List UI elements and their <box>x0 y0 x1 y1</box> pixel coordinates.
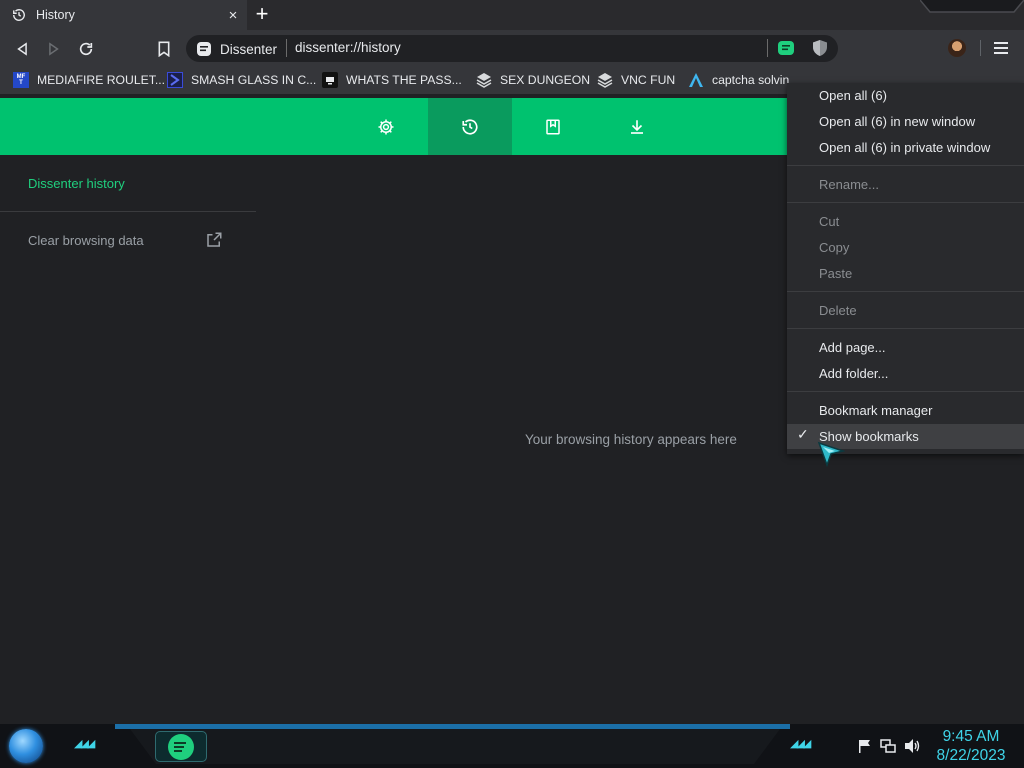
omnibox-divider <box>286 39 287 57</box>
volume-icon[interactable] <box>904 738 922 756</box>
omnibox[interactable] <box>186 35 838 62</box>
clock-time[interactable]: 9:45 AM <box>935 728 1007 746</box>
menu-item-open-all-private[interactable]: Open all (6) in private window <box>819 137 990 159</box>
chevron-right-icon: ◢◢◢ <box>790 738 811 750</box>
bookmark-item-whats-the-pass[interactable]: WHATS THE PASS... <box>322 70 462 90</box>
mediafire-icon: MF T <box>13 72 29 88</box>
dissenter-site-icon <box>196 41 212 57</box>
history-icon <box>12 8 26 22</box>
menu-item-add-page[interactable]: Add page... <box>819 337 886 359</box>
bookmark-label: VNC FUN <box>621 73 676 87</box>
bookmark-icon[interactable] <box>153 38 175 60</box>
site-name: Dissenter <box>220 41 278 57</box>
menu-separator <box>787 165 1024 166</box>
clear-browsing-data-link[interactable]: Clear browsing data <box>28 233 144 248</box>
menu-separator <box>787 202 1024 203</box>
monitor-bookmark-icon <box>322 72 338 88</box>
taskbar-center-panel <box>130 729 780 764</box>
bookmark-item-vnc-fun[interactable]: VNC FUN <box>597 70 675 90</box>
arch-bookmark-icon <box>688 72 704 88</box>
bookmark-item-captcha[interactable]: captcha solvin <box>688 70 789 90</box>
chevron-left-icon: ◢◢◢ <box>74 738 95 750</box>
sidebar-title[interactable]: Dissenter history <box>28 176 125 191</box>
settings-gear-icon[interactable] <box>376 117 396 137</box>
menu-item-rename[interactable]: Rename... <box>819 174 879 196</box>
bookmarks-book-icon[interactable] <box>543 117 563 137</box>
toolbar-divider <box>980 40 981 56</box>
download-icon[interactable] <box>627 117 647 137</box>
bookmark-item-smash-glass[interactable]: SMASH GLASS IN C... <box>167 70 316 90</box>
sidebar-divider <box>0 211 256 212</box>
flag-icon[interactable] <box>857 738 875 756</box>
shield-icon[interactable] <box>812 39 828 62</box>
start-button[interactable] <box>9 729 43 763</box>
vnc-bookmark-icon <box>476 72 492 88</box>
taskbar-dissenter-app[interactable] <box>155 731 207 762</box>
empty-history-message: Your browsing history appears here <box>525 432 737 447</box>
bookmark-label: SEX DUNGEON <box>500 73 591 87</box>
bookmark-item-sex-dungeon[interactable]: SEX DUNGEON <box>476 70 590 90</box>
clock-date[interactable]: 8/22/2023 <box>935 747 1007 765</box>
menu-item-copy[interactable]: Copy <box>819 237 849 259</box>
omnibox-divider-right <box>767 39 768 57</box>
bookmark-label: SMASH GLASS IN C... <box>191 73 317 87</box>
vnc-bookmark-icon <box>597 72 613 88</box>
menu-item-add-folder[interactable]: Add folder... <box>819 363 888 385</box>
network-icon[interactable] <box>880 738 898 756</box>
site-chip[interactable]: Dissenter <box>196 40 277 58</box>
tab-title: History <box>36 8 75 22</box>
dissenter-app-icon <box>168 733 194 760</box>
external-link-icon[interactable] <box>205 231 223 249</box>
bookmark-label: captcha solvin <box>712 73 790 87</box>
profile-avatar[interactable] <box>948 39 966 57</box>
bookmark-label: WHATS THE PASS... <box>346 73 462 87</box>
menu-item-open-all-new-window[interactable]: Open all (6) in new window <box>819 111 975 133</box>
bookmark-item-mediafire[interactable]: MF T MEDIAFIRE ROULET... <box>13 70 165 90</box>
menu-separator <box>787 391 1024 392</box>
tab-close-icon[interactable]: × <box>219 7 247 24</box>
tab-history[interactable]: History × <box>0 0 247 30</box>
menu-item-delete[interactable]: Delete <box>819 300 857 322</box>
forward-icon[interactable] <box>43 38 65 60</box>
reload-icon[interactable] <box>75 38 97 60</box>
new-tab-button[interactable]: + <box>250 3 274 26</box>
menu-item-cut[interactable]: Cut <box>819 211 839 233</box>
menu-separator <box>787 291 1024 292</box>
menu-icon[interactable] <box>994 41 1008 60</box>
window-controls[interactable] <box>919 0 1024 14</box>
back-icon[interactable] <box>11 38 33 60</box>
menu-item-bookmark-manager[interactable]: Bookmark manager <box>819 400 932 422</box>
history-icon[interactable] <box>460 117 480 137</box>
menu-separator <box>787 328 1024 329</box>
url-text[interactable]: dissenter://history <box>295 40 401 55</box>
dissenter-comment-icon[interactable] <box>777 39 795 62</box>
bookmark-label: MEDIAFIRE ROULET... <box>37 73 165 87</box>
mouse-cursor-icon <box>817 441 846 468</box>
menu-item-open-all[interactable]: Open all (6) <box>819 85 887 107</box>
taskbar-glow <box>115 724 790 729</box>
menu-item-paste[interactable]: Paste <box>819 263 852 285</box>
checkmark-icon: ✓ <box>797 426 809 442</box>
mediafire-icon-text: MF T <box>16 74 26 86</box>
chevron-bookmark-icon <box>167 72 183 88</box>
